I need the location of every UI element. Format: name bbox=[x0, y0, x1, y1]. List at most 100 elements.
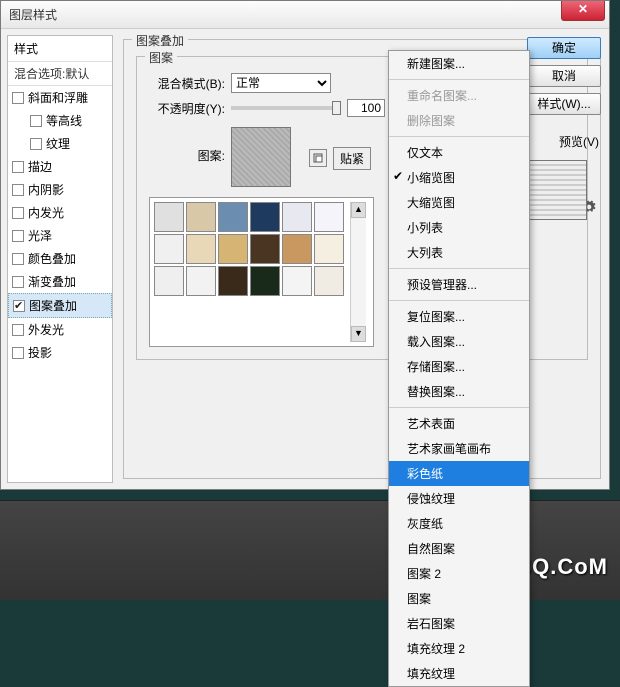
sidebar-checkbox[interactable] bbox=[30, 115, 42, 127]
sidebar-item-6[interactable]: 光泽 bbox=[8, 224, 112, 247]
pattern-swatch[interactable] bbox=[282, 266, 312, 296]
sidebar-item-0[interactable]: 斜面和浮雕 bbox=[8, 86, 112, 109]
menu-item-28[interactable]: 填充纹理 bbox=[389, 661, 529, 686]
opacity-slider-thumb[interactable] bbox=[332, 101, 341, 115]
sidebar-checkbox[interactable] bbox=[30, 138, 42, 150]
menu-item-7[interactable]: 大缩览图 bbox=[389, 190, 529, 215]
opacity-input[interactable] bbox=[347, 99, 385, 117]
sidebar-checkbox[interactable] bbox=[12, 92, 24, 104]
pattern-swatch[interactable] bbox=[250, 266, 280, 296]
menu-item-9[interactable]: 大列表 bbox=[389, 240, 529, 265]
pattern-label: 图案: bbox=[149, 147, 225, 164]
sidebar-checkbox[interactable] bbox=[12, 276, 24, 288]
pattern-swatch[interactable] bbox=[282, 234, 312, 264]
sidebar-checkbox[interactable] bbox=[12, 230, 24, 242]
pattern-swatch[interactable] bbox=[154, 234, 184, 264]
sidebar-item-10[interactable]: 外发光 bbox=[8, 318, 112, 341]
pattern-swatch[interactable] bbox=[218, 234, 248, 264]
menu-item-2: 重命名图案... bbox=[389, 83, 529, 108]
pattern-swatch[interactable] bbox=[186, 266, 216, 296]
cancel-button[interactable]: 取消 bbox=[527, 65, 601, 87]
menu-item-13[interactable]: 复位图案... bbox=[389, 304, 529, 329]
sidebar-item-label: 内发光 bbox=[28, 204, 64, 221]
sidebar-checkbox[interactable] bbox=[12, 207, 24, 219]
sidebar-item-label: 内阴影 bbox=[28, 181, 64, 198]
menu-item-24[interactable]: 图案 2 bbox=[389, 561, 529, 586]
dialog-title: 图层样式 bbox=[9, 6, 57, 23]
sidebar-item-2[interactable]: 纹理 bbox=[8, 132, 112, 155]
pattern-swatch[interactable] bbox=[250, 234, 280, 264]
sidebar-item-label: 图案叠加 bbox=[29, 297, 77, 314]
pattern-swatch[interactable] bbox=[282, 202, 312, 232]
menu-item-17 bbox=[389, 407, 529, 408]
menu-item-6[interactable]: 小缩览图 bbox=[389, 165, 529, 190]
sidebar-item-7[interactable]: 颜色叠加 bbox=[8, 247, 112, 270]
menu-item-5[interactable]: 仅文本 bbox=[389, 140, 529, 165]
sidebar-item-label: 颜色叠加 bbox=[28, 250, 76, 267]
sidebar-checkbox[interactable] bbox=[12, 324, 24, 336]
pattern-swatch[interactable] bbox=[154, 266, 184, 296]
menu-item-0[interactable]: 新建图案... bbox=[389, 51, 529, 76]
close-button[interactable]: ✕ bbox=[561, 1, 605, 21]
opacity-slider[interactable] bbox=[231, 106, 341, 110]
menu-item-3: 删除图案 bbox=[389, 108, 529, 133]
swatch-scrollbar[interactable]: ▲ ▼ bbox=[350, 202, 366, 342]
menu-item-8[interactable]: 小列表 bbox=[389, 215, 529, 240]
menu-item-15[interactable]: 存储图案... bbox=[389, 354, 529, 379]
menu-item-12 bbox=[389, 300, 529, 301]
sidebar-item-label: 渐变叠加 bbox=[28, 273, 76, 290]
titlebar[interactable]: 图层样式 ✕ bbox=[1, 1, 609, 29]
menu-item-16[interactable]: 替换图案... bbox=[389, 379, 529, 404]
new-preset-icon[interactable] bbox=[309, 149, 327, 167]
sidebar-item-label: 投影 bbox=[28, 344, 52, 361]
menu-item-22[interactable]: 灰度纸 bbox=[389, 511, 529, 536]
sidebar-item-3[interactable]: 描边 bbox=[8, 155, 112, 178]
sidebar-checkbox[interactable] bbox=[12, 347, 24, 359]
snap-button[interactable]: 贴紧 bbox=[333, 147, 371, 170]
menu-item-4 bbox=[389, 136, 529, 137]
sidebar-item-9[interactable]: 图案叠加 bbox=[8, 293, 112, 318]
new-style-button[interactable]: 样式(W)... bbox=[527, 93, 601, 115]
sidebar-item-8[interactable]: 渐变叠加 bbox=[8, 270, 112, 293]
pattern-picker[interactable] bbox=[231, 127, 291, 187]
pattern-swatch[interactable] bbox=[250, 202, 280, 232]
sidebar-checkbox[interactable] bbox=[13, 300, 25, 312]
blend-mode-label: 混合模式(B): bbox=[149, 75, 225, 92]
blend-mode-select[interactable]: 正常 bbox=[231, 73, 331, 93]
pattern-swatch[interactable] bbox=[218, 202, 248, 232]
menu-item-10 bbox=[389, 268, 529, 269]
pattern-swatch[interactable] bbox=[314, 266, 344, 296]
dialog-buttons: 确定 取消 样式(W)... 预览(V) bbox=[527, 37, 601, 220]
sidebar-checkbox[interactable] bbox=[12, 184, 24, 196]
pattern-swatch[interactable] bbox=[154, 202, 184, 232]
pattern-swatch[interactable] bbox=[186, 202, 216, 232]
pattern-swatch[interactable] bbox=[314, 234, 344, 264]
pattern-flyout-menu: 新建图案... 重命名图案...删除图案仅文本小缩览图大缩览图小列表大列表预设管理… bbox=[388, 50, 530, 687]
menu-item-23[interactable]: 自然图案 bbox=[389, 536, 529, 561]
menu-item-21[interactable]: 侵蚀纹理 bbox=[389, 486, 529, 511]
menu-item-11[interactable]: 预设管理器... bbox=[389, 272, 529, 297]
menu-item-20[interactable]: 彩色纸 bbox=[389, 461, 529, 486]
sidebar-subheader[interactable]: 混合选项:默认 bbox=[8, 62, 112, 86]
sidebar-item-label: 外发光 bbox=[28, 321, 64, 338]
scroll-down-icon[interactable]: ▼ bbox=[351, 326, 366, 342]
sidebar-item-11[interactable]: 投影 bbox=[8, 341, 112, 364]
menu-item-26[interactable]: 岩石图案 bbox=[389, 611, 529, 636]
scroll-up-icon[interactable]: ▲ bbox=[351, 202, 366, 218]
menu-item-19[interactable]: 艺术家画笔画布 bbox=[389, 436, 529, 461]
ok-button[interactable]: 确定 bbox=[527, 37, 601, 59]
pattern-swatch[interactable] bbox=[314, 202, 344, 232]
menu-item-18[interactable]: 艺术表面 bbox=[389, 411, 529, 436]
pattern-swatch-panel: ▲ ▼ bbox=[149, 197, 374, 347]
menu-item-25[interactable]: 图案 bbox=[389, 586, 529, 611]
sidebar-item-5[interactable]: 内发光 bbox=[8, 201, 112, 224]
sidebar-item-1[interactable]: 等高线 bbox=[8, 109, 112, 132]
sidebar-checkbox[interactable] bbox=[12, 253, 24, 265]
sidebar-item-4[interactable]: 内阴影 bbox=[8, 178, 112, 201]
preview-box bbox=[527, 160, 587, 220]
sidebar-checkbox[interactable] bbox=[12, 161, 24, 173]
menu-item-27[interactable]: 填充纹理 2 bbox=[389, 636, 529, 661]
menu-item-14[interactable]: 载入图案... bbox=[389, 329, 529, 354]
pattern-swatch[interactable] bbox=[218, 266, 248, 296]
pattern-swatch[interactable] bbox=[186, 234, 216, 264]
